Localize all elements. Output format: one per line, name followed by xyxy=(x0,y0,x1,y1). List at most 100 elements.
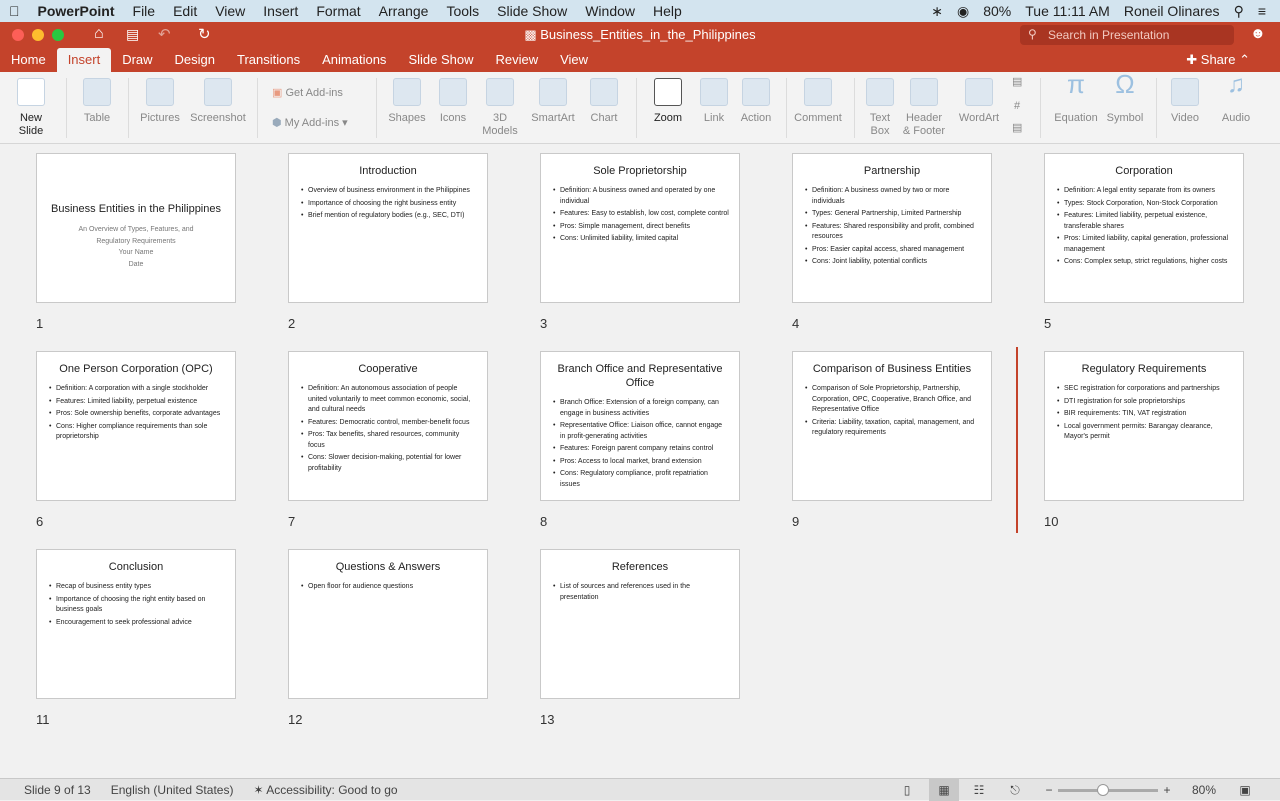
comment-icon xyxy=(804,78,832,106)
bullet-item: Comparison of Sole Proprietorship, Partn… xyxy=(805,384,981,416)
screenshot-button[interactable]: Screenshot xyxy=(188,78,248,125)
menu-app[interactable]: PowerPoint xyxy=(29,3,124,19)
slide-thumbnail[interactable]: Introduction Overview of business environ… xyxy=(288,153,488,303)
action-button[interactable]: Action xyxy=(738,78,774,125)
slide-thumbnail[interactable]: Corporation Definition: A legal entity se… xyxy=(1044,153,1244,303)
bullet-item: Cons: Unlimited liability, limited capit… xyxy=(553,234,729,245)
menu-file[interactable]: File xyxy=(124,3,165,19)
slide-thumbnail[interactable]: Branch Office and Representative Office B… xyxy=(540,351,740,501)
shapes-button[interactable]: Shapes xyxy=(386,78,428,125)
smartart-button[interactable]: SmartArt xyxy=(528,78,578,125)
bullet-item: Recap of business entity types xyxy=(49,582,225,593)
bluetooth-icon[interactable]: ∗ xyxy=(931,3,943,20)
slide-thumbnail[interactable]: Questions & Answers Open floor for audien… xyxy=(288,549,488,699)
battery-percent[interactable]: 80% xyxy=(983,3,1011,19)
normal-view-button[interactable]: ▯ xyxy=(894,779,920,801)
tab-insert[interactable]: Insert xyxy=(56,48,112,72)
slide-thumbnail[interactable]: Business Entities in the Philippines An O… xyxy=(36,153,236,303)
header-footer-button[interactable]: Header & Footer xyxy=(902,78,946,138)
icons-button[interactable]: Icons xyxy=(436,78,470,125)
slide-number-button[interactable]: # xyxy=(1014,100,1020,113)
slide-bullets: SEC registration for corporations and pa… xyxy=(1045,384,1243,443)
share-button[interactable]: ✚ Share ⌃ xyxy=(1186,48,1280,72)
tab-transitions[interactable]: Transitions xyxy=(226,48,311,72)
bullet-item: Features: Shared responsibility and prof… xyxy=(805,222,981,243)
bullet-item: SEC registration for corporations and pa… xyxy=(1057,384,1233,395)
video-button[interactable]: Video xyxy=(1166,78,1204,125)
link-label: Link xyxy=(703,112,725,124)
fit-to-window-button[interactable]: ▣ xyxy=(1232,779,1258,801)
slide-counter: Slide 9 of 13 xyxy=(24,782,91,797)
slide-thumbnail[interactable]: Partnership Definition: A business owned … xyxy=(792,153,992,303)
user-name[interactable]: Roneil Olinares xyxy=(1124,3,1220,19)
link-button[interactable]: Link xyxy=(698,78,730,125)
menu-edit[interactable]: Edit xyxy=(164,3,206,19)
menu-arrange[interactable]: Arrange xyxy=(370,3,438,19)
menu-view[interactable]: View xyxy=(206,3,254,19)
3d-models-button[interactable]: 3D Models xyxy=(480,78,520,138)
zoom-label: Zoom xyxy=(653,112,683,124)
menu-tools[interactable]: Tools xyxy=(437,3,488,19)
tab-home[interactable]: Home xyxy=(0,48,57,72)
film-icon xyxy=(1171,78,1199,106)
tab-slide-show[interactable]: Slide Show xyxy=(397,48,484,72)
divider xyxy=(636,78,637,138)
zoom-percent[interactable]: 80% xyxy=(1186,779,1222,801)
zoom-in-button[interactable]: + xyxy=(1154,779,1180,801)
pictures-button[interactable]: Pictures xyxy=(136,78,184,125)
slide-thumbnail[interactable]: Conclusion Recap of business entity types… xyxy=(36,549,236,699)
table-button[interactable]: Table xyxy=(78,78,116,125)
my-addins-button[interactable]: ⬢ My Add-ins ▾ xyxy=(272,117,348,130)
menu-help[interactable]: Help xyxy=(644,3,691,19)
divider xyxy=(257,78,258,138)
wordart-button[interactable]: WordArt xyxy=(956,78,1002,125)
get-addins-button[interactable]: ▣ Get Add-ins xyxy=(272,87,343,100)
tab-animations[interactable]: Animations xyxy=(311,48,397,72)
date-time-button[interactable]: ▤ xyxy=(1012,76,1022,89)
chart-button[interactable]: Chart xyxy=(586,78,622,125)
accessibility-icon: ✶ xyxy=(253,782,267,797)
clock[interactable]: Tue 11:11 AM xyxy=(1025,3,1110,19)
tab-draw[interactable]: Draw xyxy=(111,48,163,72)
slide-thumbnail[interactable]: Comparison of Business Entities Compariso… xyxy=(792,351,992,501)
menu-insert[interactable]: Insert xyxy=(254,3,307,19)
slide-thumbnail[interactable]: Cooperative Definition: An autonomous ass… xyxy=(288,351,488,501)
search-input[interactable]: ⚲ Search in Presentation xyxy=(1020,25,1234,45)
slide-sorter-view-button[interactable]: ▦ xyxy=(929,779,959,801)
wifi-icon[interactable]: ◉ xyxy=(957,3,969,20)
equation-button[interactable]: π Equation xyxy=(1052,71,1100,125)
new-slide-label: New Slide xyxy=(18,112,44,137)
window-title: Business_Entities_in_the_Philippines xyxy=(540,27,756,42)
slide-thumbnail[interactable]: References List of sources and references… xyxy=(540,549,740,699)
apple-icon[interactable]:  xyxy=(0,3,29,19)
slide-thumbnail[interactable]: Regulatory Requirements SEC registration … xyxy=(1044,351,1244,501)
audio-button[interactable]: ♫ Audio xyxy=(1218,73,1254,125)
reading-view-button[interactable]: ☷ xyxy=(966,779,992,801)
new-slide-button[interactable]: New Slide xyxy=(12,78,50,138)
accessibility-status[interactable]: ✶ Accessibility: Good to go xyxy=(233,783,397,797)
zoom-slider-thumb[interactable] xyxy=(1097,784,1109,796)
tab-review[interactable]: Review xyxy=(484,48,549,72)
text-box-button[interactable]: Text Box xyxy=(864,78,896,138)
slide-number: 3 xyxy=(540,316,548,331)
object-button[interactable]: ▤ xyxy=(1012,122,1022,135)
language-status[interactable]: English (United States) xyxy=(91,783,234,797)
share-label: Share xyxy=(1200,52,1236,67)
spotlight-search-icon[interactable]: ⚲ xyxy=(1234,3,1244,20)
menu-format[interactable]: Format xyxy=(307,3,369,19)
tab-view[interactable]: View xyxy=(549,48,599,72)
menu-window[interactable]: Window xyxy=(576,3,644,19)
slide-thumbnail[interactable]: Sole Proprietorship Definition: A busines… xyxy=(540,153,740,303)
slide-title: Sole Proprietorship xyxy=(593,165,687,177)
tab-design[interactable]: Design xyxy=(164,48,226,72)
slide-thumbnail[interactable]: One Person Corporation (OPC) Definition: … xyxy=(36,351,236,501)
slide-title: Regulatory Requirements xyxy=(1081,363,1207,375)
zoom-slider[interactable] xyxy=(1058,784,1158,796)
feedback-icon[interactable]: ☻ xyxy=(1250,25,1266,42)
menu-slide-show[interactable]: Slide Show xyxy=(488,3,576,19)
symbol-button[interactable]: Ω Symbol xyxy=(1104,71,1146,125)
comment-button[interactable]: Comment xyxy=(792,78,844,125)
control-center-icon[interactable]: ≡ xyxy=(1258,3,1266,19)
slide-show-view-button[interactable]: ⎋ xyxy=(1002,779,1028,801)
zoom-button[interactable]: Zoom xyxy=(648,78,688,125)
